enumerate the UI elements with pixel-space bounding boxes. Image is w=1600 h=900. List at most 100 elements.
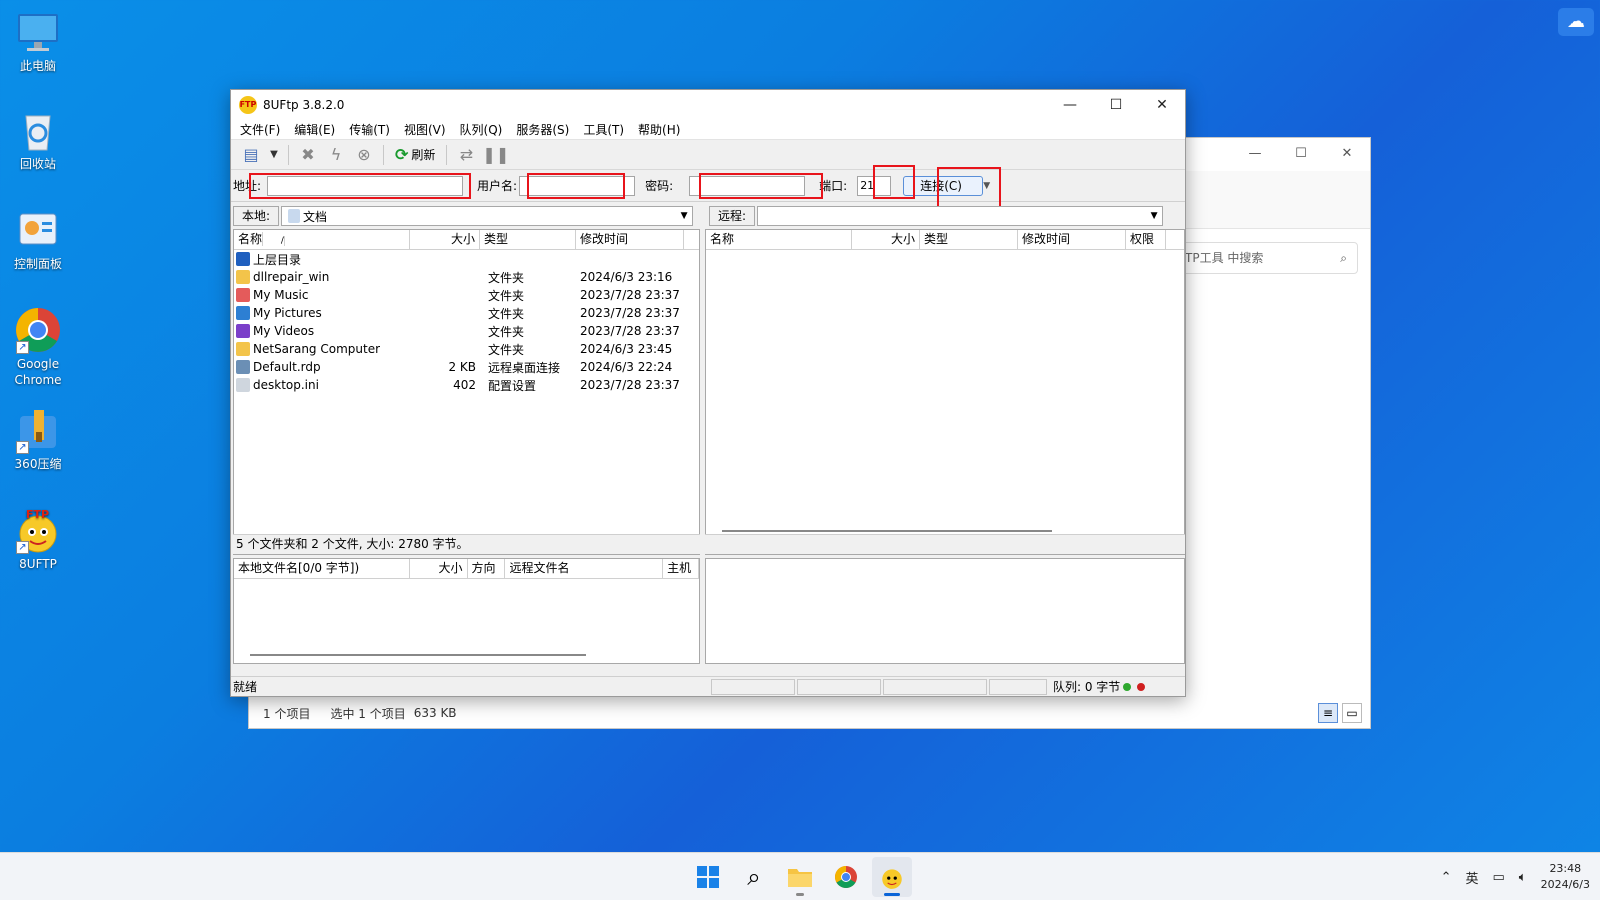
site-manager-icon[interactable]: ▤: [239, 144, 263, 166]
transfer-queue-list[interactable]: 本地文件名[0/0 字节]) 大小 方向 远程文件名 主机: [233, 558, 700, 664]
connect-button[interactable]: 连接(C): [903, 175, 984, 196]
remote-path-select[interactable]: ▼: [757, 206, 1164, 226]
address-input[interactable]: [267, 175, 464, 196]
pause-icon[interactable]: ❚❚: [482, 144, 509, 166]
clock-date: 2024/6/3: [1540, 878, 1590, 891]
local-column-header: 名称 / 大小 类型 修改时间: [234, 230, 699, 250]
chrome-icon: [835, 866, 857, 888]
file-row[interactable]: desktop.ini 402 配置设置 2023/7/28 23:37: [234, 376, 699, 394]
details-view-icon[interactable]: ≡: [1318, 703, 1338, 723]
file-modified: 2024/6/3 23:16: [580, 270, 673, 284]
menu-transfer[interactable]: 传输(T): [342, 121, 397, 138]
file-row[interactable]: Default.rdp 2 KB 远程桌面连接 2024/6/3 22:24: [234, 358, 699, 376]
desktop-icon-8uftp[interactable]: FTP ↗ 8UFTP: [6, 506, 70, 572]
explorer-search-input[interactable]: TP工具 中搜索 ⌕: [1178, 242, 1358, 274]
menu-view[interactable]: 视图(V): [397, 121, 453, 138]
chevron-up-icon[interactable]: ⌃: [1441, 870, 1452, 885]
desktop-icon-recycle-bin[interactable]: 回收站: [6, 106, 70, 172]
connect-dropdown-icon[interactable]: ▼: [983, 176, 995, 196]
column-size[interactable]: 大小: [410, 559, 468, 578]
quick-connect-icon[interactable]: ϟ: [324, 144, 348, 166]
file-row[interactable]: My Music 文件夹 2023/7/28 23:37: [234, 286, 699, 304]
column-modified[interactable]: 修改时间: [576, 230, 684, 249]
pictures-icon: [236, 306, 250, 320]
file-explorer-button[interactable]: [780, 857, 820, 897]
input-language[interactable]: 英: [1465, 868, 1478, 887]
shortcut-arrow-icon: ↗: [16, 541, 29, 554]
port-input[interactable]: [857, 175, 892, 196]
network-icon[interactable]: ▭: [1492, 870, 1504, 885]
shortcut-arrow-icon: ↗: [16, 441, 29, 454]
menu-file[interactable]: 文件(F): [233, 121, 287, 138]
maximize-icon[interactable]: ☐: [1278, 138, 1324, 170]
column-type[interactable]: 类型: [920, 230, 1018, 249]
column-direction[interactable]: 方向: [468, 559, 506, 578]
chevron-down-icon: ▼: [1150, 211, 1158, 221]
password-input[interactable]: [689, 175, 806, 196]
minimize-button[interactable]: —: [1047, 90, 1093, 120]
file-row[interactable]: My Videos 文件夹 2023/7/28 23:37: [234, 322, 699, 340]
column-type[interactable]: 类型: [480, 230, 576, 249]
file-row[interactable]: dllrepair_win 文件夹 2024/6/3 23:16: [234, 268, 699, 286]
search-button[interactable]: ⌕: [734, 857, 774, 897]
column-host[interactable]: 主机: [663, 559, 700, 578]
refresh-icon: ⟳: [395, 145, 409, 164]
close-icon[interactable]: ✕: [1324, 138, 1370, 170]
local-path-select[interactable]: 文档 ▼: [281, 206, 694, 226]
column-name[interactable]: 名称: [706, 230, 852, 249]
file-row[interactable]: NetSarang Computer 文件夹 2024/6/3 23:45: [234, 340, 699, 358]
desktop-icon-360zip[interactable]: ↗ 360压缩: [6, 406, 70, 472]
column-permissions[interactable]: 权限: [1126, 230, 1166, 249]
file-name: Default.rdp: [253, 360, 321, 374]
horizontal-scrollbar[interactable]: [722, 530, 1052, 532]
refresh-button[interactable]: ⟳ 刷新: [391, 145, 439, 164]
column-size[interactable]: 大小: [852, 230, 920, 249]
column-modified[interactable]: 修改时间: [1018, 230, 1126, 249]
chrome-button[interactable]: [826, 857, 866, 897]
8uftp-taskbar-button[interactable]: [872, 857, 912, 897]
desktop-icon-label: 8UFTP: [19, 557, 57, 571]
file-type: 文件夹: [488, 288, 525, 303]
menu-server[interactable]: 服务器(S): [509, 121, 576, 138]
control-panel-icon: [14, 206, 62, 254]
desktop-icon-this-pc[interactable]: 此电脑: [6, 8, 70, 74]
menu-help[interactable]: 帮助(H): [631, 121, 687, 138]
column-remote-file[interactable]: 远程文件名: [505, 559, 664, 578]
transfer-queue-icon[interactable]: ⇄: [454, 144, 478, 166]
baidu-netdisk-icon[interactable]: ☁: [1558, 8, 1594, 36]
maximize-button[interactable]: ☐: [1093, 90, 1139, 120]
minimize-icon[interactable]: —: [1232, 138, 1278, 170]
start-button[interactable]: [688, 857, 728, 897]
column-local-file[interactable]: 本地文件名[0/0 字节]): [234, 559, 410, 578]
tiles-view-icon[interactable]: ▭: [1342, 703, 1362, 723]
menu-tools[interactable]: 工具(T): [576, 121, 631, 138]
desktop-icon-label: Google Chrome: [14, 357, 62, 387]
menu-edit[interactable]: 编辑(E): [287, 121, 342, 138]
status-queue: 队列: 0 字节: [1053, 680, 1121, 694]
remote-file-list[interactable]: 名称 大小 类型 修改时间 权限: [705, 229, 1185, 555]
desktop-icon-control-panel[interactable]: 控制面板: [6, 206, 70, 272]
file-type: 远程桌面连接: [488, 360, 561, 375]
disconnect-icon[interactable]: ✖: [296, 144, 320, 166]
column-size[interactable]: 大小: [410, 230, 480, 249]
file-row[interactable]: My Pictures 文件夹 2023/7/28 23:37: [234, 304, 699, 322]
dropdown-arrow-icon[interactable]: ▼: [267, 144, 281, 166]
close-button[interactable]: ✕: [1139, 90, 1185, 120]
clock[interactable]: 23:48 2024/6/3: [1541, 861, 1590, 893]
ftp-window: FTP 8UFtp 3.8.2.0 — ☐ ✕ 文件(F) 编辑(E) 传输(T…: [230, 89, 1186, 697]
menu-queue[interactable]: 队列(Q): [453, 121, 510, 138]
local-file-list[interactable]: 名称 / 大小 类型 修改时间 上层目录 dllrepair_win 文件夹 2024…: [233, 229, 700, 555]
desktop-icon-label: 此电脑: [19, 59, 56, 73]
horizontal-scrollbar[interactable]: [250, 654, 586, 656]
volume-icon[interactable]: 🔈︎: [1519, 870, 1527, 885]
username-input[interactable]: [519, 175, 636, 196]
file-name: 上层目录: [253, 252, 302, 267]
app-ftp-icon: FTP: [239, 96, 257, 114]
computer-icon: [14, 8, 62, 56]
desktop-icon-chrome[interactable]: ↗ Google Chrome: [6, 306, 70, 388]
column-name[interactable]: 名称 /: [234, 230, 410, 249]
status-cell: [711, 678, 795, 695]
file-modified: 2023/7/28 23:37: [580, 324, 680, 338]
file-row[interactable]: 上层目录: [234, 250, 699, 268]
stop-icon[interactable]: ⊗: [352, 144, 376, 166]
